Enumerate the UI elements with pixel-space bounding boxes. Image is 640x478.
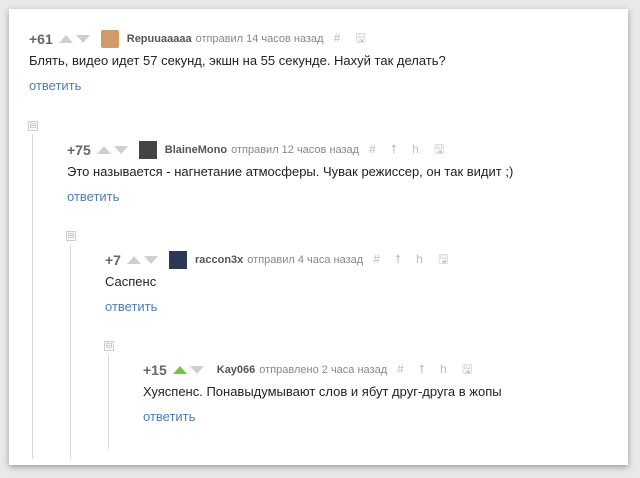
reply-link[interactable]: ответить: [143, 409, 502, 424]
comment: +75 BlaineMono отправил 12 часов назад #…: [67, 140, 513, 204]
reply-link[interactable]: ответить: [105, 299, 454, 314]
comment-text: Блять, видео идет 57 секунд, экшн на 55 …: [29, 53, 446, 68]
comments-panel: +61 Repuuaaaaa отправил 14 часов назад #…: [9, 9, 628, 465]
upvote-icon[interactable]: [58, 35, 73, 43]
collapse-toggle-icon[interactable]: ⊟: [66, 231, 76, 241]
comment-rating: +75: [67, 142, 91, 158]
comment-tools-icons[interactable]: # ⭡ h 🖫: [369, 140, 450, 161]
upvote-icon[interactable]: [126, 256, 141, 264]
comment-text: Саспенс: [105, 274, 157, 289]
comment-meta: отправил 12 часов назад: [231, 144, 360, 156]
comment-text: Это называется - нагнетание атмосферы. Ч…: [67, 164, 514, 179]
downvote-icon[interactable]: [143, 256, 158, 264]
reply-link[interactable]: ответить: [67, 189, 513, 204]
comment-author[interactable]: Repuuaaaaa: [127, 33, 192, 45]
comment-author[interactable]: Kay066: [217, 364, 256, 376]
comment-header: +15 Kay066 отправлено 2 часа назад # ⭡ h…: [143, 360, 502, 380]
comment-tools-icons[interactable]: # ⭡ h 🖫: [373, 250, 454, 271]
avatar[interactable]: [100, 30, 119, 48]
comment-header: +75 BlaineMono отправил 12 часов назад #…: [67, 140, 513, 160]
comment: +61 Repuuaaaaa отправил 14 часов назад #…: [29, 29, 446, 93]
comment: +15 Kay066 отправлено 2 часа назад # ⭡ h…: [143, 360, 502, 425]
comment-header: +61 Repuuaaaaa отправил 14 часов назад #…: [29, 29, 446, 49]
collapse-toggle-icon[interactable]: ⊟: [104, 341, 114, 351]
comment-meta: отправил 4 часа назад: [247, 254, 364, 266]
comment-rating: +61: [29, 31, 53, 47]
downvote-icon[interactable]: [75, 35, 90, 43]
comment: +7 raccon3x отправил 4 часа назад # ⭡ h …: [105, 250, 454, 314]
downvote-icon[interactable]: [113, 146, 128, 154]
comment-rating: +15: [143, 362, 167, 378]
comment-author[interactable]: BlaineMono: [165, 144, 227, 156]
comment-tools-icons[interactable]: # 🖫: [334, 29, 372, 50]
thread-line: [32, 134, 33, 459]
thread-line: [108, 355, 109, 449]
upvote-icon[interactable]: [96, 146, 111, 154]
comment-meta: отправил 14 часов назад: [195, 33, 324, 45]
thread-line: [70, 245, 71, 459]
avatar[interactable]: [168, 251, 187, 269]
comment-rating: +7: [105, 252, 121, 268]
comment-text: Хуяспенс. Понавыдумывают слов и ябут дру…: [143, 384, 502, 399]
comment-author[interactable]: raccon3x: [195, 254, 243, 266]
comment-tools-icons[interactable]: # ⭡ h 🖫: [397, 360, 478, 381]
comment-meta: отправлено 2 часа назад: [259, 364, 388, 376]
reply-link[interactable]: ответить: [29, 78, 446, 93]
upvote-icon[interactable]: [172, 366, 187, 374]
collapse-toggle-icon[interactable]: ⊟: [28, 121, 38, 131]
avatar[interactable]: [138, 141, 157, 159]
comment-header: +7 raccon3x отправил 4 часа назад # ⭡ h …: [105, 250, 454, 270]
downvote-icon[interactable]: [189, 366, 204, 374]
